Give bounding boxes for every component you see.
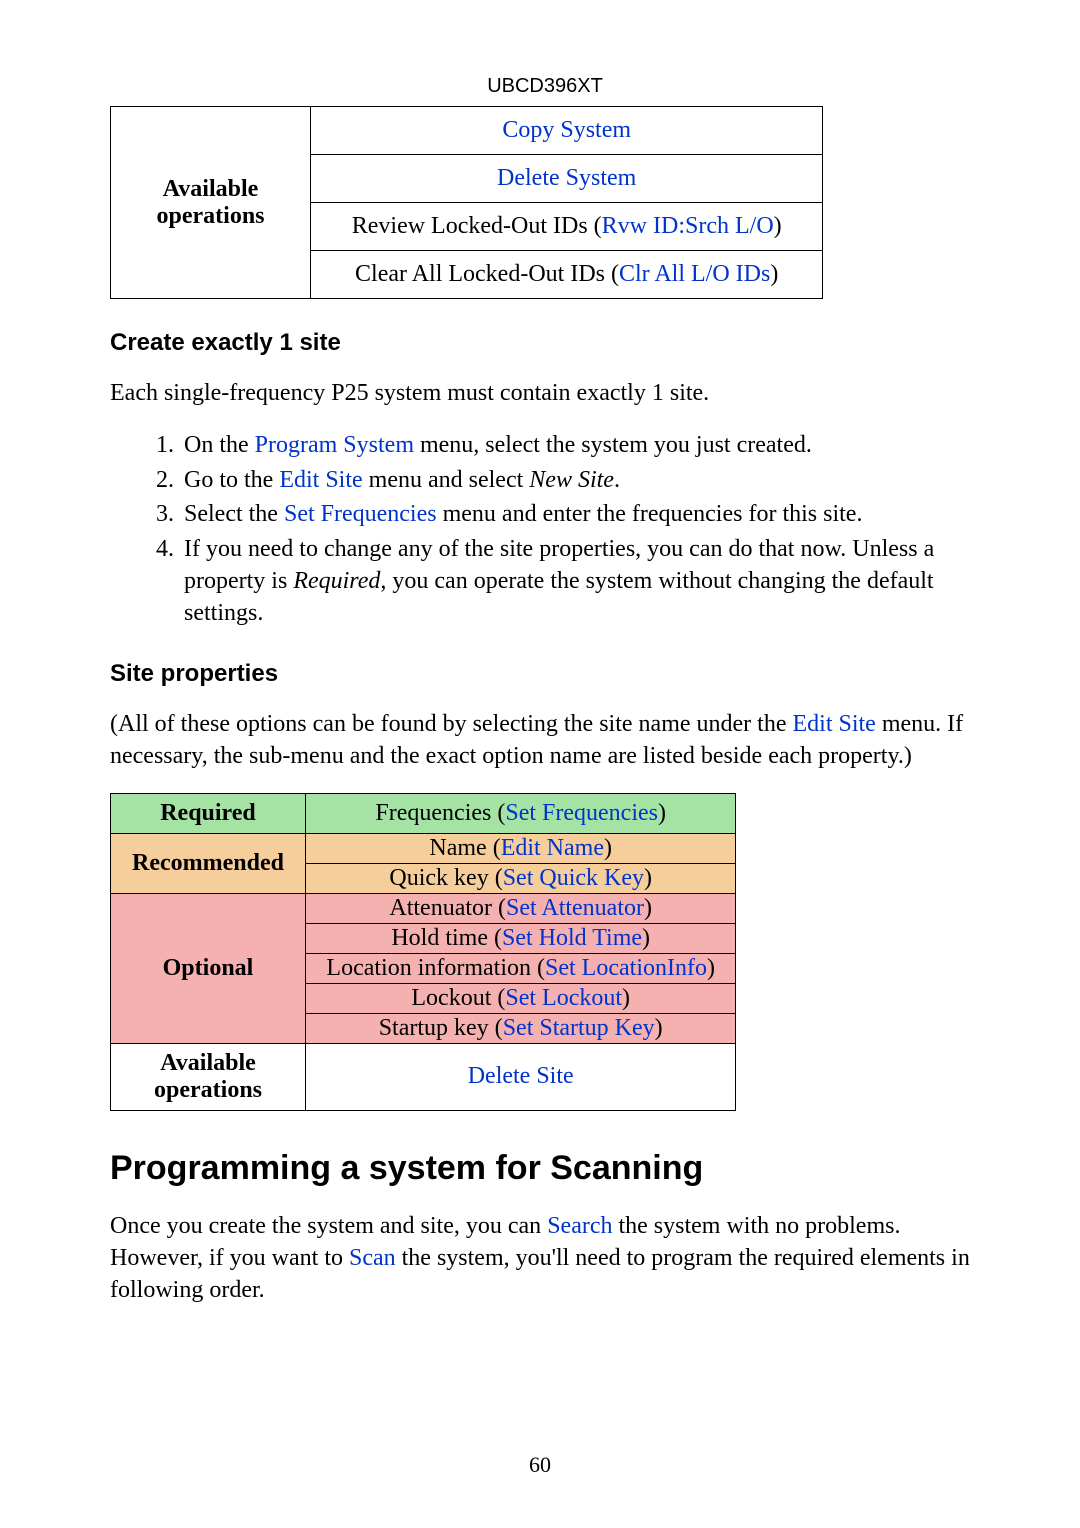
step-3: Select the Set Frequencies menu and ente… [180,498,980,530]
step2-tail: . [614,467,620,493]
step2-pre: Go to the [184,467,279,493]
sp-intro-pre: (All of these options can be found by se… [110,711,792,737]
recommended-label: Recommended [111,833,306,893]
delete-system-link[interactable]: Delete System [497,165,636,191]
recommended-row-1: Quick key (Set Quick Key) [306,863,736,893]
table1-row-1: Delete System [311,155,823,203]
clr-all-link[interactable]: Clr All L/O IDs [619,261,770,287]
req0-pre: Frequencies ( [375,800,505,826]
programming-scanning-para: Once you create the system and site, you… [110,1210,980,1307]
set-lockout-link[interactable]: Set Lockout [505,985,622,1011]
search-link[interactable]: Search [547,1213,612,1239]
opt1-post: ) [642,925,650,951]
table1-row-2: Review Locked-Out IDs (Rvw ID:Srch L/O) [311,203,823,251]
set-hold-time-link[interactable]: Set Hold Time [502,925,642,951]
step-2: Go to the Edit Site menu and select New … [180,464,980,496]
step-1: On the Program System menu, select the s… [180,429,980,461]
table1-rowlabel: Available operations [111,107,311,299]
step1-post: menu, select the system you just created… [414,432,812,458]
set-quick-key-link[interactable]: Set Quick Key [503,865,644,891]
table1-row-0: Copy System [311,107,823,155]
rec1-post: ) [644,865,652,891]
available-row-0: Delete Site [306,1043,736,1110]
available-operations-table-1: Available operations Copy System Delete … [110,106,823,299]
opt4-post: ) [655,1015,663,1041]
optional-row-2: Location information (Set LocationInfo) [306,953,736,983]
edit-site-link-2[interactable]: Edit Site [792,711,875,737]
programming-scanning-heading: Programming a system for Scanning [110,1149,980,1188]
clr-prefix: Clear All Locked-Out IDs ( [355,261,619,287]
copy-system-link[interactable]: Copy System [502,117,631,143]
required-row-0: Frequencies (Set Frequencies) [306,793,736,833]
program-system-link[interactable]: Program System [255,432,414,458]
set-startup-key-link[interactable]: Set Startup Key [503,1015,655,1041]
ps-a: Once you create the system and site, you… [110,1213,547,1239]
step1-pre: On the [184,432,255,458]
rvw-suffix: ) [774,213,782,239]
set-locationinfo-link[interactable]: Set LocationInfo [545,955,707,981]
step3-pre: Select the [184,501,284,527]
rec1-pre: Quick key ( [389,865,502,891]
optional-row-1: Hold time (Set Hold Time) [306,923,736,953]
req0-post: ) [658,800,666,826]
step2-post: menu and select [363,467,530,493]
doc-header: UBCD396XT [110,75,980,98]
opt3-pre: Lockout ( [411,985,505,1011]
page-number: 60 [0,1452,1080,1478]
create-site-intro: Each single-frequency P25 system must co… [110,377,980,409]
site-properties-heading: Site properties [110,660,980,688]
optional-label: Optional [111,893,306,1043]
optional-row-0: Attenuator (Set Attenuator) [306,893,736,923]
edit-name-link[interactable]: Edit Name [501,835,604,861]
site-properties-intro: (All of these options can be found by se… [110,708,980,773]
clr-suffix: ) [770,261,778,287]
opt0-post: ) [644,895,652,921]
step3-post: menu and enter the frequencies for this … [437,501,863,527]
opt2-post: ) [707,955,715,981]
scan-link[interactable]: Scan [349,1245,396,1271]
create-site-heading: Create exactly 1 site [110,329,980,357]
rec0-post: ) [604,835,612,861]
delete-site-link[interactable]: Delete Site [468,1063,574,1089]
table1-row-3: Clear All Locked-Out IDs (Clr All L/O ID… [311,251,823,299]
available-ops-label: Available operations [111,1043,306,1110]
step2-em: New Site [529,467,614,493]
set-frequencies-link[interactable]: Set Frequencies [284,501,437,527]
opt1-pre: Hold time ( [391,925,502,951]
rvw-id-link[interactable]: Rvw ID:Srch L/O [602,213,774,239]
opt3-post: ) [622,985,630,1011]
rec0-pre: Name ( [429,835,500,861]
opt0-pre: Attenuator ( [389,895,506,921]
step-4: If you need to change any of the site pr… [180,533,980,630]
required-label: Required [111,793,306,833]
optional-row-4: Startup key (Set Startup Key) [306,1013,736,1043]
set-frequencies-link-2[interactable]: Set Frequencies [505,800,658,826]
create-site-steps: On the Program System menu, select the s… [180,429,980,629]
set-attenuator-link[interactable]: Set Attenuator [506,895,644,921]
rvw-prefix: Review Locked-Out IDs ( [352,213,602,239]
recommended-row-0: Name (Edit Name) [306,833,736,863]
opt2-pre: Location information ( [326,955,545,981]
step4-em: Required [293,568,380,594]
opt4-pre: Startup key ( [379,1015,503,1041]
site-properties-table: Required Frequencies (Set Frequencies) R… [110,793,736,1111]
optional-row-3: Lockout (Set Lockout) [306,983,736,1013]
edit-site-link[interactable]: Edit Site [279,467,362,493]
